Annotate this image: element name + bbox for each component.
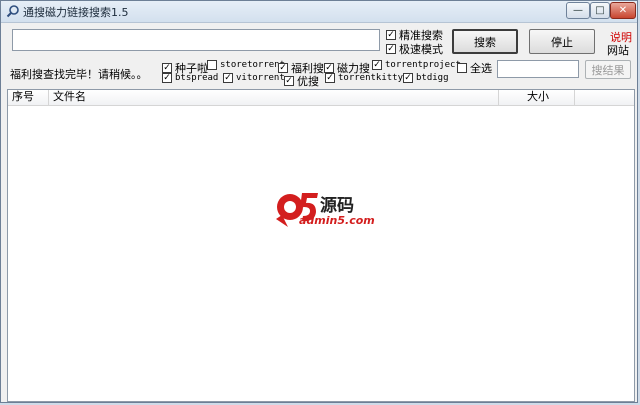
checkbox-box[interactable]: ✓ bbox=[386, 44, 396, 54]
fast-mode-label: 极速模式 bbox=[399, 43, 443, 56]
source-label: vitorrent bbox=[236, 73, 285, 83]
select-all-label: 全选 bbox=[470, 62, 492, 75]
search-input[interactable] bbox=[12, 29, 380, 51]
source-checkbox-btspread[interactable]: ✓ btspread bbox=[162, 73, 218, 83]
column-header-size[interactable]: 大小 bbox=[499, 90, 575, 105]
source-checkbox-storetorrent[interactable]: storetorrent bbox=[207, 60, 285, 70]
main-panel: ✓ 精准搜索 ✓ 极速模式 搜索 停止 说明 网站 福利搜查找完毕！请稍候。。 … bbox=[4, 23, 635, 402]
window-title: 通搜磁力链接搜索1.5 bbox=[23, 6, 129, 19]
source-checkbox-torrentproject[interactable]: ✓ torrentproject bbox=[372, 60, 461, 70]
source-checkbox-torrentkitty[interactable]: ✓ torrentkitty bbox=[325, 73, 403, 83]
checkbox-box[interactable]: ✓ bbox=[284, 76, 294, 86]
search-button[interactable]: 搜索 bbox=[452, 29, 518, 54]
source-checkbox-btdigg[interactable]: ✓ btdigg bbox=[403, 73, 449, 83]
minimize-button[interactable]: — bbox=[566, 2, 590, 19]
website-link[interactable]: 网站 bbox=[607, 42, 629, 58]
column-header-index[interactable]: 序号 bbox=[8, 90, 49, 105]
results-list[interactable]: 序号 文件名 大小 源码 admin5.com bbox=[7, 89, 635, 402]
status-text: 福利搜查找完毕！请稍候。。 bbox=[10, 68, 148, 81]
app-window: 通搜磁力链接搜索1.5 — □ ✕ ✓ 精准搜索 ✓ 极速模式 搜索 停止 说明… bbox=[0, 0, 638, 403]
checkbox-box[interactable]: ✓ bbox=[325, 73, 335, 83]
checkbox-box[interactable]: ✓ bbox=[162, 63, 172, 73]
stop-button[interactable]: 停止 bbox=[529, 29, 595, 54]
source-label: btspread bbox=[175, 73, 219, 83]
checkbox-box[interactable]: ✓ bbox=[223, 73, 233, 83]
source-checkbox-yousou[interactable]: ✓ 优搜 bbox=[284, 73, 319, 89]
source-label: btdigg bbox=[416, 73, 449, 83]
filter-results-button[interactable]: 搜结果 bbox=[585, 60, 631, 79]
checkbox-box[interactable]: ✓ bbox=[162, 73, 172, 83]
checkbox-box[interactable]: ✓ bbox=[386, 30, 396, 40]
result-filter-input[interactable] bbox=[497, 60, 579, 78]
fast-mode-checkbox[interactable]: ✓ 极速模式 bbox=[386, 41, 443, 57]
checkbox-box[interactable] bbox=[207, 60, 217, 70]
magnifier-icon bbox=[6, 4, 20, 18]
source-label: 优搜 bbox=[297, 75, 319, 88]
watermark-domain: admin5.com bbox=[299, 214, 375, 227]
close-button[interactable]: ✕ bbox=[610, 2, 636, 19]
watermark-logo: 源码 admin5.com bbox=[272, 187, 382, 233]
column-header-filler bbox=[575, 90, 634, 105]
source-checkbox-vitorrent[interactable]: ✓ vitorrent bbox=[223, 73, 285, 83]
select-all-checkbox[interactable]: 全选 bbox=[457, 60, 492, 76]
checkbox-box[interactable] bbox=[457, 63, 467, 73]
checkbox-box[interactable]: ✓ bbox=[403, 73, 413, 83]
checkbox-box[interactable]: ✓ bbox=[372, 60, 382, 70]
maximize-button[interactable]: □ bbox=[590, 2, 610, 19]
source-label: torrentproject bbox=[385, 60, 461, 70]
checkbox-box[interactable]: ✓ bbox=[324, 63, 334, 73]
checkbox-box[interactable]: ✓ bbox=[278, 63, 288, 73]
source-label: torrentkitty bbox=[338, 73, 404, 83]
list-header: 序号 文件名 大小 bbox=[8, 90, 634, 106]
title-bar: 通搜磁力链接搜索1.5 — □ ✕ bbox=[1, 1, 637, 23]
column-header-filename[interactable]: 文件名 bbox=[49, 90, 499, 105]
watermark-brand: 源码 bbox=[320, 196, 354, 216]
source-label: storetorrent bbox=[220, 60, 286, 70]
